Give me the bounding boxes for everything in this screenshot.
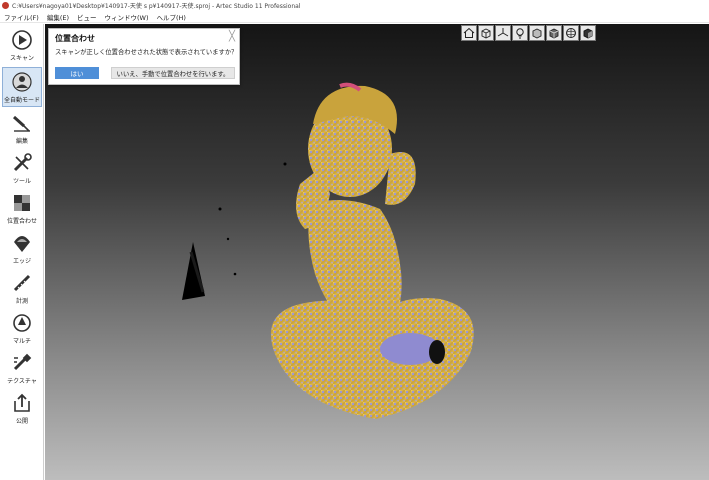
view-sphere-button[interactable] — [563, 25, 579, 41]
measure-icon — [13, 274, 31, 292]
tool-label: 全自動モード — [3, 97, 40, 104]
tool-publish[interactable]: 公開 — [2, 389, 42, 429]
view-cube-button[interactable] — [478, 25, 494, 41]
tool-edge[interactable]: エッジ — [2, 229, 42, 269]
light-icon — [516, 28, 524, 39]
yes-button[interactable]: はい — [55, 67, 99, 79]
tools-icon — [13, 153, 32, 172]
dialog-message: スキャンが正しく位置合わせされた状態で表示されていますか？ — [55, 49, 238, 56]
menu-file[interactable]: ファイル(F) — [4, 12, 39, 22]
tool-label: エッジ — [12, 258, 31, 265]
box-icon — [532, 28, 542, 39]
menu-edit[interactable]: 編集(E) — [47, 12, 69, 22]
tool-label: 編集 — [15, 138, 28, 145]
tool-autopilot[interactable]: 全自動モード — [2, 67, 42, 107]
view-toolbar — [461, 25, 596, 43]
align-icon — [14, 195, 30, 211]
manual-align-button[interactable]: いいえ、手動で位置合わせを行います。 — [111, 67, 235, 79]
tool-measure[interactable]: 計測 — [2, 269, 42, 309]
menu-help[interactable]: ヘルプ(H) — [157, 12, 186, 22]
tool-scan[interactable]: スキャン — [2, 26, 42, 66]
tool-edit[interactable]: 編集 — [2, 109, 42, 149]
menu-bar: ファイル(F) 編集(E) ビュー ウィンドウ(W) ヘルプ(H) — [0, 11, 709, 23]
autopilot-icon — [12, 72, 32, 92]
tool-texture[interactable]: テクスチャ — [2, 349, 42, 389]
view-light-button[interactable] — [512, 25, 528, 41]
view-axes-button[interactable] — [495, 25, 511, 41]
cube-solid-icon — [549, 28, 559, 39]
left-toolbar: スキャン 全自動モード 編集 ツール 位置合わせ エッジ 計測 マルチ テクスチ… — [0, 24, 44, 480]
tool-label: 計測 — [15, 298, 28, 305]
view-solid-button[interactable] — [546, 25, 562, 41]
cube-shaded-icon — [583, 28, 593, 39]
play-icon — [12, 30, 32, 50]
close-icon[interactable]: ╳ — [229, 31, 235, 42]
tool-label: 公開 — [15, 418, 28, 425]
tool-align[interactable]: 位置合わせ — [2, 189, 42, 229]
view-shaded-button[interactable] — [580, 25, 596, 41]
edge-icon — [14, 236, 30, 252]
eraser-icon — [12, 115, 30, 132]
menu-window[interactable]: ウィンドウ(W) — [105, 12, 149, 22]
scanned-angel-model[interactable] — [45, 24, 709, 480]
view-box-button[interactable] — [529, 25, 545, 41]
menu-view[interactable]: ビュー — [77, 12, 97, 22]
alignment-dialog: 位置合わせ ╳ スキャンが正しく位置合わせされた状態で表示されていますか？ はい… — [48, 28, 240, 85]
3d-viewport[interactable]: 位置合わせ ╳ スキャンが正しく位置合わせされた状態で表示されていますか？ はい… — [45, 24, 709, 480]
tool-label: ツール — [12, 178, 31, 185]
tool-label: テクスチャ — [7, 378, 37, 385]
dialog-title: 位置合わせ — [55, 34, 95, 43]
tool-multi[interactable]: マルチ — [2, 309, 42, 349]
window-title: C:¥Users¥nagoya01¥Desktop¥140917-天使 s p¥… — [12, 3, 301, 10]
axes-icon — [497, 28, 509, 37]
view-home-button[interactable] — [461, 25, 477, 41]
tool-label: マルチ — [12, 338, 31, 345]
multi-icon — [13, 314, 31, 332]
title-bar: C:¥Users¥nagoya01¥Desktop¥140917-天使 s p¥… — [0, 0, 709, 11]
sphere-icon — [566, 28, 576, 38]
tool-tools[interactable]: ツール — [2, 149, 42, 189]
tool-label: 位置合わせ — [6, 218, 37, 225]
view-cube-icon — [481, 28, 491, 39]
publish-icon — [14, 393, 30, 412]
home-icon — [463, 27, 475, 38]
texture-icon — [13, 353, 32, 371]
app-logo-icon — [2, 2, 9, 9]
tool-label: スキャン — [9, 55, 34, 62]
